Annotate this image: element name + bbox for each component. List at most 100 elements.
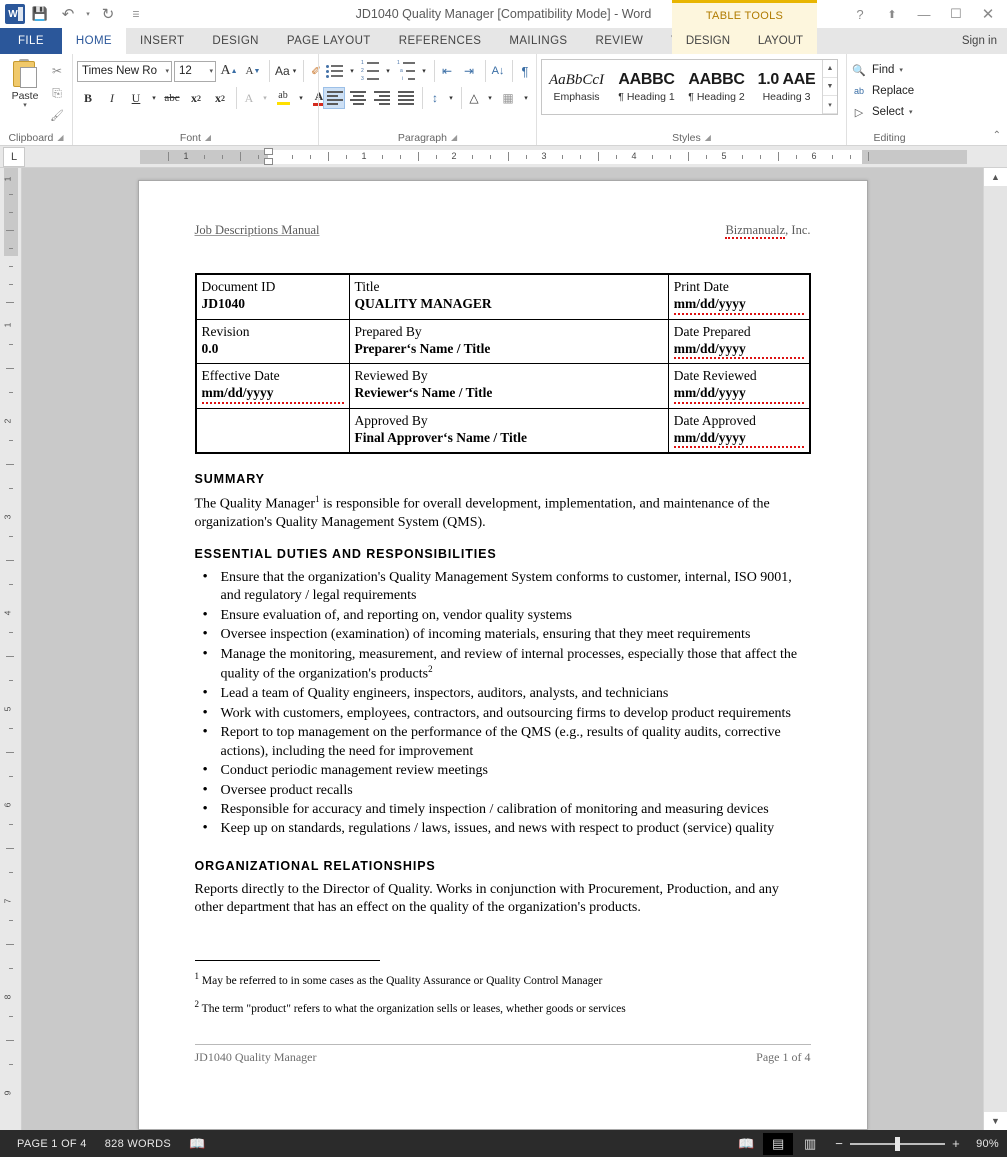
bold-button[interactable]: B bbox=[77, 87, 99, 109]
shrink-font-button[interactable]: A ▼ bbox=[242, 60, 264, 82]
style-heading-3[interactable]: 1.0 AAE Heading 3 bbox=[752, 60, 822, 114]
table-row[interactable]: Approved By Final Approver‘s Name / Titl… bbox=[195, 407, 811, 454]
text-highlight-button[interactable]: ab bbox=[272, 87, 294, 109]
tab-home[interactable]: HOME bbox=[61, 28, 126, 54]
text-effects-chevron-down-icon[interactable]: ▾ bbox=[260, 87, 270, 109]
tab-mailings[interactable]: MAILINGS bbox=[495, 28, 581, 54]
print-layout-button[interactable]: ▤ bbox=[763, 1132, 794, 1155]
ribbon-display-options-button[interactable]: ⬆ bbox=[877, 2, 907, 26]
styles-more-icon[interactable]: ▾ bbox=[823, 96, 837, 114]
cell-effective-date[interactable]: Effective Date mm/dd/yyyy bbox=[195, 363, 350, 409]
justify-button[interactable] bbox=[395, 87, 417, 109]
numbering-chevron-down-icon[interactable]: ▾ bbox=[383, 60, 393, 82]
web-layout-button[interactable]: ▥ bbox=[795, 1133, 825, 1155]
cell-print-date[interactable]: Print Date mm/dd/yyyy bbox=[667, 273, 811, 320]
sign-in-link[interactable]: Sign in bbox=[962, 28, 997, 54]
shading-icon[interactable]: △ bbox=[461, 87, 483, 109]
ruler-track[interactable]: 1 1 2 3 4 5 6 bbox=[140, 148, 967, 165]
page-status[interactable]: PAGE 1 OF 4 bbox=[8, 1138, 96, 1150]
paragraph-dialog-launcher-icon[interactable]: ◢ bbox=[451, 133, 457, 142]
numbering-icon[interactable]: 123 bbox=[359, 60, 381, 82]
increase-indent-icon[interactable]: ⇥ bbox=[458, 60, 480, 82]
change-case-chevron-down-icon[interactable]: ▾ bbox=[290, 67, 297, 75]
sort-icon[interactable]: A↓ bbox=[485, 60, 507, 82]
cut-icon[interactable]: ✂ bbox=[46, 61, 68, 81]
superscript-button[interactable]: x2 bbox=[209, 87, 231, 109]
collapse-ribbon-icon[interactable]: ⌃ bbox=[993, 130, 1001, 141]
styles-scroll-up-icon[interactable]: ▲ bbox=[823, 60, 837, 78]
underline-chevron-down-icon[interactable]: ▾ bbox=[149, 87, 159, 109]
document-scroll-area[interactable]: Job Descriptions Manual Bizmanualz, Inc.… bbox=[22, 168, 983, 1130]
style-heading-1[interactable]: AABBC ¶ Heading 1 bbox=[612, 60, 682, 114]
styles-scroll-down-icon[interactable]: ▼ bbox=[823, 78, 837, 96]
multilevel-list-icon[interactable]: 1ai bbox=[395, 60, 417, 82]
bullets-chevron-down-icon[interactable]: ▾ bbox=[347, 60, 357, 82]
word-count[interactable]: 828 WORDS bbox=[96, 1138, 180, 1150]
maximize-button[interactable]: ☐ bbox=[941, 2, 971, 26]
tab-stop-selector[interactable]: L bbox=[3, 146, 25, 167]
undo-icon[interactable]: ↶ bbox=[55, 3, 81, 25]
tab-design[interactable]: DESIGN bbox=[198, 28, 273, 54]
cell-empty[interactable] bbox=[195, 407, 350, 454]
zoom-level-value[interactable]: 90% bbox=[970, 1138, 999, 1150]
cell-reviewed-by[interactable]: Reviewed By Reviewer‘s Name / Title bbox=[348, 363, 669, 409]
find-button[interactable]: 🔍 Find ▾ bbox=[851, 61, 903, 79]
document-info-table[interactable]: Document ID JD1040 Title QUALITY MANAGER… bbox=[194, 273, 811, 455]
align-right-button[interactable] bbox=[371, 87, 393, 109]
tab-review[interactable]: REVIEW bbox=[582, 28, 658, 54]
cell-approved-by[interactable]: Approved By Final Approver‘s Name / Titl… bbox=[348, 407, 669, 454]
copy-icon[interactable]: ⎘ bbox=[46, 83, 68, 103]
change-case-button[interactable]: Aa ▾ bbox=[269, 60, 298, 82]
redo-icon[interactable]: ↻ bbox=[95, 3, 121, 25]
left-indent-marker[interactable] bbox=[264, 158, 273, 165]
shading-chevron-down-icon[interactable]: ▾ bbox=[485, 87, 495, 109]
close-button[interactable]: ✕ bbox=[973, 2, 1003, 26]
text-effects-button[interactable]: A bbox=[236, 87, 258, 109]
zoom-in-button[interactable]: + bbox=[952, 1136, 960, 1151]
first-line-indent-marker[interactable] bbox=[264, 148, 273, 155]
cell-title[interactable]: Title QUALITY MANAGER bbox=[348, 273, 669, 320]
tab-insert[interactable]: INSERT bbox=[126, 28, 198, 54]
document-page[interactable]: Job Descriptions Manual Bizmanualz, Inc.… bbox=[137, 180, 868, 1130]
scroll-up-icon[interactable]: ▲ bbox=[984, 168, 1007, 186]
format-painter-icon[interactable]: 🖌 bbox=[46, 105, 68, 125]
find-chevron-down-icon[interactable]: ▾ bbox=[899, 66, 903, 74]
align-center-button[interactable] bbox=[347, 87, 369, 109]
save-icon[interactable]: 💾 bbox=[27, 3, 53, 25]
paste-button[interactable]: Paste ▾ bbox=[4, 59, 46, 110]
customize-qat-icon[interactable]: ☰ bbox=[123, 3, 149, 25]
font-name-combo[interactable]: Times New Ro ▾ bbox=[77, 60, 172, 82]
vertical-ruler[interactable]: 1 1 2 3 4 5 6 7 8 9 bbox=[0, 168, 22, 1130]
scrollbar-track[interactable] bbox=[984, 186, 1007, 1112]
tab-file[interactable]: FILE bbox=[0, 28, 62, 54]
scroll-down-icon[interactable]: ▼ bbox=[984, 1112, 1007, 1130]
zoom-slider-thumb[interactable] bbox=[894, 1136, 900, 1151]
tab-table-layout[interactable]: LAYOUT bbox=[758, 35, 803, 47]
italic-button[interactable]: I bbox=[101, 87, 123, 109]
font-size-combo[interactable]: 12 ▾ bbox=[174, 60, 216, 82]
grow-font-button[interactable]: A ▲ bbox=[218, 60, 240, 82]
borders-icon[interactable]: ▦ bbox=[497, 87, 519, 109]
font-size-chevron-down-icon[interactable]: ▾ bbox=[206, 67, 213, 75]
duty-footnote-ref[interactable]: 2 bbox=[428, 664, 433, 674]
horizontal-ruler[interactable]: L 1 1 2 3 4 5 6 bbox=[0, 146, 1007, 168]
underline-button[interactable]: U bbox=[125, 87, 147, 109]
cell-date-reviewed[interactable]: Date Reviewed mm/dd/yyyy bbox=[667, 363, 811, 409]
cell-prepared-by[interactable]: Prepared By Preparer‘s Name / Title bbox=[348, 318, 669, 365]
paste-dropdown-icon[interactable]: ▾ bbox=[23, 102, 27, 110]
select-chevron-down-icon[interactable]: ▾ bbox=[909, 108, 913, 116]
styles-dialog-launcher-icon[interactable]: ◢ bbox=[705, 133, 711, 142]
clipboard-dialog-launcher-icon[interactable]: ◢ bbox=[57, 133, 63, 142]
vertical-scrollbar[interactable]: ▲ ▼ bbox=[983, 168, 1007, 1130]
font-dialog-launcher-icon[interactable]: ◢ bbox=[205, 133, 211, 142]
strikethrough-button[interactable]: abc bbox=[161, 87, 183, 109]
line-spacing-icon[interactable]: ↕ bbox=[422, 87, 444, 109]
undo-dropdown-icon[interactable]: ▾ bbox=[83, 3, 93, 25]
zoom-slider-track[interactable] bbox=[850, 1136, 946, 1151]
style-heading-2[interactable]: AABBC ¶ Heading 2 bbox=[682, 60, 752, 114]
align-left-button[interactable] bbox=[323, 87, 345, 109]
tab-table-design[interactable]: DESIGN bbox=[686, 35, 730, 47]
read-mode-button[interactable]: 📖 bbox=[731, 1133, 761, 1155]
table-row[interactable]: Document ID JD1040 Title QUALITY MANAGER… bbox=[195, 273, 811, 320]
replace-button[interactable]: ab Replace bbox=[851, 82, 914, 100]
